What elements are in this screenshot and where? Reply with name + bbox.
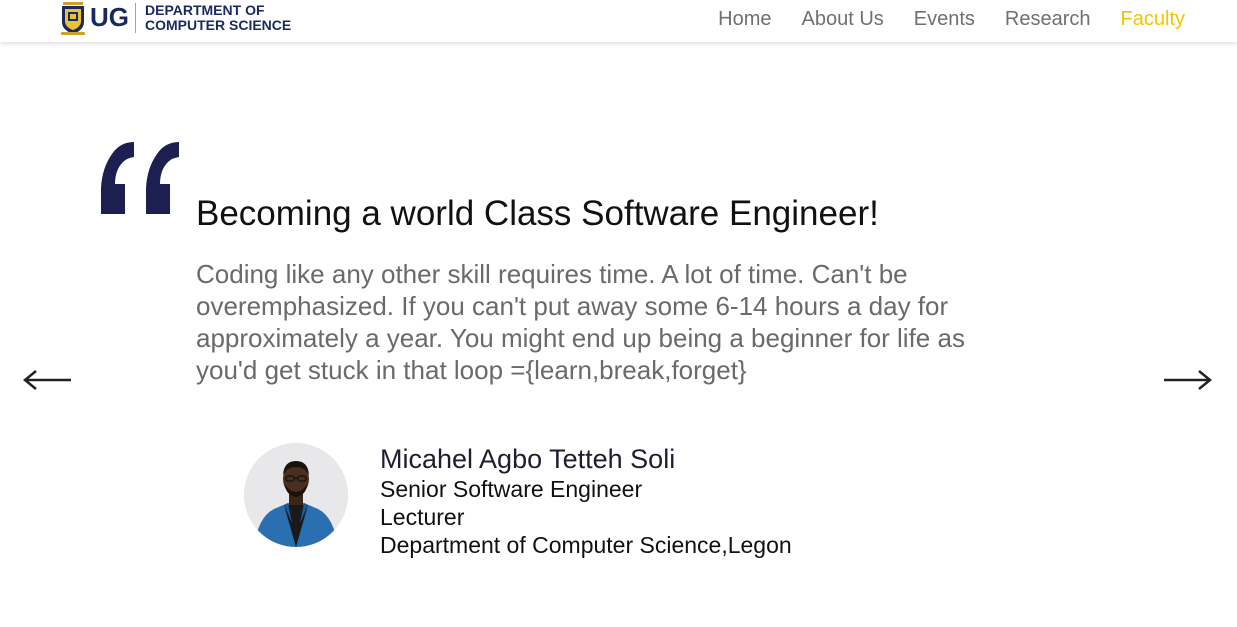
nav-about-us[interactable]: About Us bbox=[802, 8, 884, 30]
nav-faculty[interactable]: Faculty bbox=[1121, 8, 1185, 30]
department-line-2: COMPUTER SCIENCE bbox=[145, 17, 292, 33]
arrow-left-icon[interactable] bbox=[22, 360, 74, 400]
author-affiliation: Department of Computer Science,Legon bbox=[380, 532, 792, 558]
testimonial-body: Coding like any other skill requires tim… bbox=[196, 259, 965, 385]
nav-events[interactable]: Events bbox=[914, 8, 975, 30]
site-header: UG DEPARTMENT OF COMPUTER SCIENCE Home A… bbox=[0, 0, 1237, 42]
arrow-right-icon[interactable] bbox=[1161, 360, 1213, 400]
department-line-1: DEPARTMENT OF bbox=[145, 2, 265, 18]
site-logo[interactable]: UG DEPARTMENT OF COMPUTER SCIENCE bbox=[60, 2, 291, 38]
author-name: Micahel Agbo Tetteh Soli bbox=[380, 444, 676, 474]
logo-ug-text: UG bbox=[90, 2, 129, 32]
department-name: DEPARTMENT OF COMPUTER SCIENCE bbox=[145, 3, 291, 33]
testimonial-headline: Becoming a world Class Software Engineer… bbox=[196, 194, 879, 233]
author-avatar bbox=[244, 443, 348, 547]
ug-crest-icon bbox=[60, 2, 86, 36]
quote-icon bbox=[96, 140, 182, 216]
nav-home[interactable]: Home bbox=[718, 8, 771, 30]
nav-research[interactable]: Research bbox=[1005, 8, 1091, 30]
author-details: Micahel Agbo Tetteh Soli Senior Software… bbox=[380, 443, 792, 559]
logo-divider bbox=[135, 3, 136, 33]
author-role: Lecturer bbox=[380, 504, 465, 530]
main-nav: Home About Us Events Research Faculty bbox=[718, 8, 1185, 30]
author-title: Senior Software Engineer bbox=[380, 476, 643, 502]
